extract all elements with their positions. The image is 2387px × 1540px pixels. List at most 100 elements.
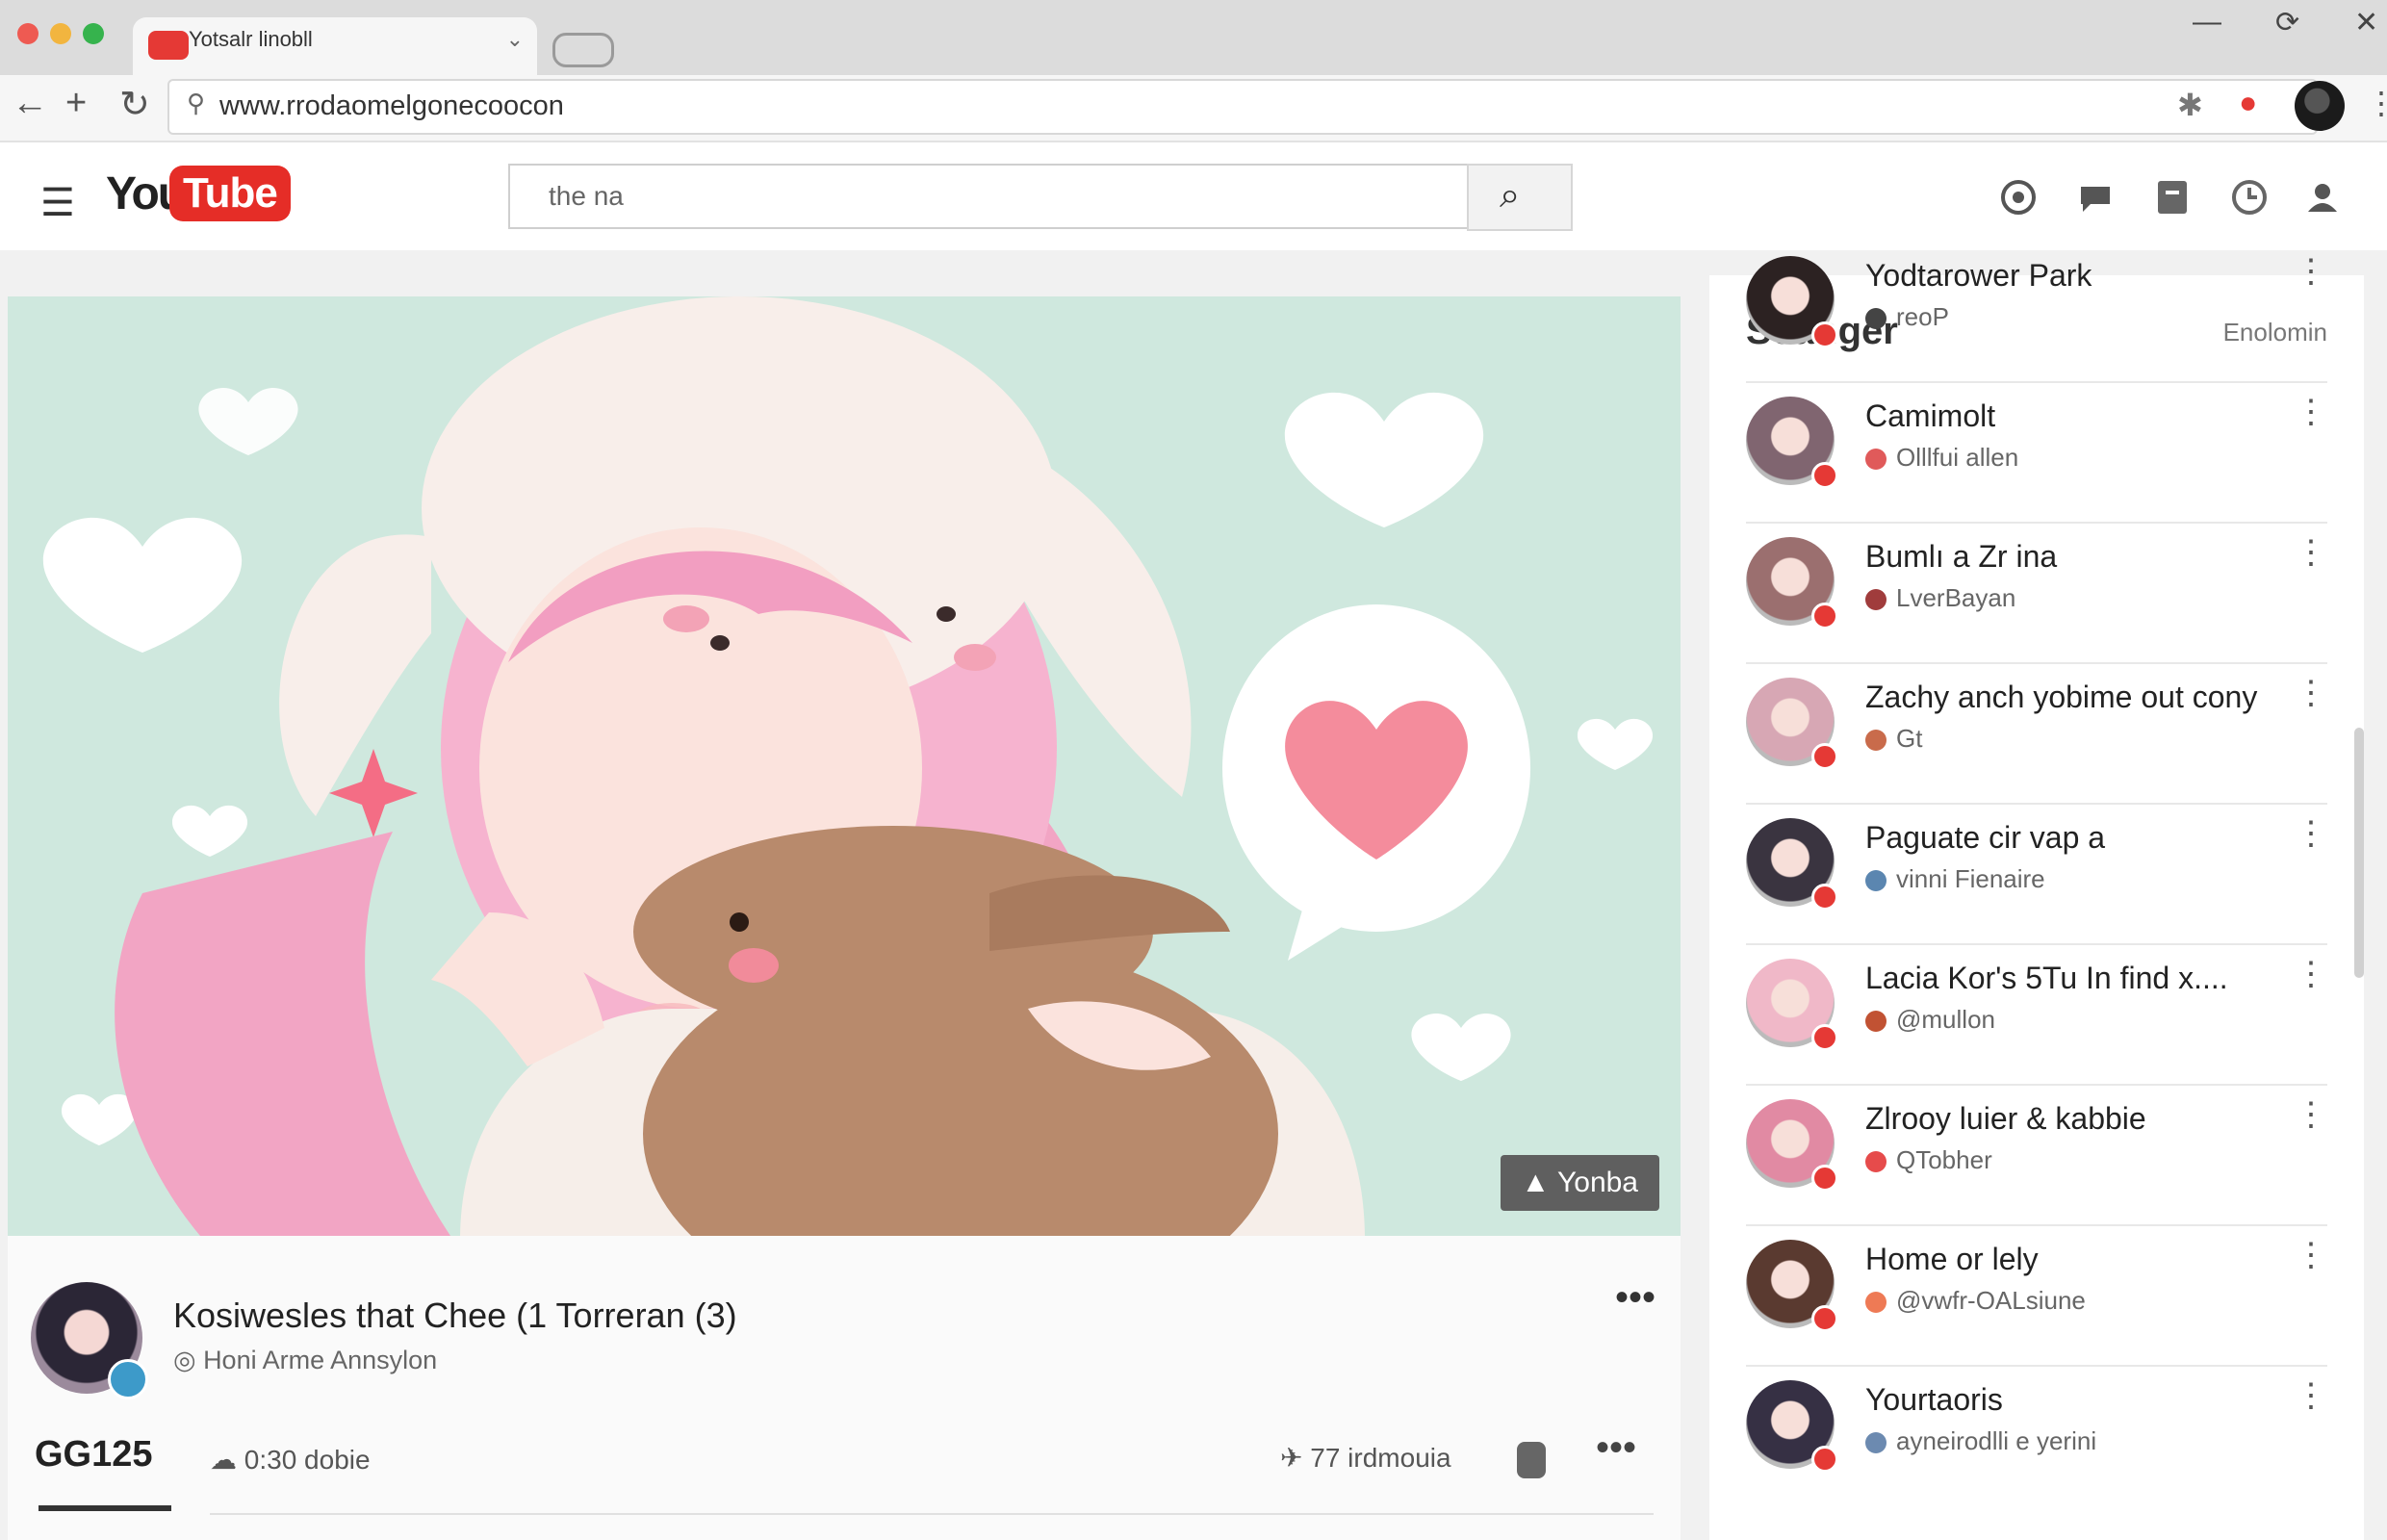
channel-dot-icon <box>1865 449 1886 470</box>
list-item[interactable]: Paguate cir vap a vinni Fienaire ⋮ <box>1746 805 2327 945</box>
view-stats: ☁ 0:30 dobie <box>210 1444 371 1476</box>
account-icon[interactable] <box>2302 177 2343 218</box>
video-overlay-button[interactable]: ▲ Yonba <box>1500 1155 1659 1211</box>
item-title[interactable]: Camimolt <box>1865 398 1995 434</box>
camera-icon[interactable] <box>1998 177 2039 218</box>
item-menu-icon[interactable]: ⋮ <box>2295 533 2327 572</box>
clock-icon[interactable] <box>2229 177 2270 218</box>
dislike-icon: ✈ <box>1280 1443 1311 1473</box>
chevron-down-icon[interactable]: ⌄ <box>506 27 524 52</box>
add-icon[interactable]: + <box>65 83 87 124</box>
back-icon[interactable]: ← <box>12 83 48 124</box>
rating-info[interactable]: ✈ 77 irdmouia <box>1280 1442 1451 1474</box>
item-channel: QTobher <box>1896 1145 1992 1174</box>
video-overlay-label: Yonba <box>1557 1167 1638 1198</box>
url-text[interactable]: www.rrodaomelgonecoocon <box>219 90 564 122</box>
tab-title: Yotsalr linobll <box>189 27 313 51</box>
live-indicator-icon <box>1811 1305 1838 1332</box>
browser-toolbar: ← + ↻ ⚲ www.rrodaomelgonecoocon ✱ ● ⋮ <box>0 75 2387 142</box>
video-player[interactable]: ▲ Yonba <box>8 296 1681 1236</box>
item-menu-icon[interactable]: ⋮ <box>2295 955 2327 993</box>
reload-icon[interactable]: ↻ <box>119 83 150 126</box>
item-channel: LverBayan <box>1896 583 2016 612</box>
site-info-icon[interactable]: ⚲ <box>187 89 205 118</box>
browser-menu-icon[interactable]: ⋮ <box>2366 85 2387 121</box>
extension-red-icon[interactable]: ● <box>2239 85 2257 120</box>
item-title[interactable]: Bumlı a Zr ina <box>1865 539 2057 575</box>
channel-name-text[interactable]: Honi Arme Annsylon <box>203 1346 437 1374</box>
close-icon[interactable]: ✕ <box>2354 6 2378 39</box>
list-item[interactable]: Zlrooy luier & kabbie QTobher ⋮ <box>1746 1086 2327 1226</box>
like-count[interactable]: GG125 <box>35 1434 153 1476</box>
channel-dot-icon <box>1865 1292 1886 1313</box>
item-title[interactable]: Zlrooy luier & kabbie <box>1865 1101 2146 1137</box>
search-input[interactable]: the na <box>508 164 1469 229</box>
item-menu-icon[interactable]: ⋮ <box>2295 393 2327 431</box>
live-indicator-icon <box>1811 884 1838 911</box>
channel-dot-icon <box>1865 1011 1886 1032</box>
browser-tab[interactable]: Yotsalr linobll ⌄ <box>133 17 537 75</box>
search-value[interactable]: the na <box>549 181 624 212</box>
live-indicator-icon <box>1811 1165 1838 1192</box>
more-options-icon[interactable]: ••• <box>1615 1276 1656 1320</box>
view-stats-text: 0:30 dobie <box>244 1445 371 1475</box>
item-title[interactable]: Lacia Kor's 5Tu In find x.... <box>1865 961 2228 996</box>
youtube-header: ☰ You Tube the na ⌕ <box>0 142 2387 250</box>
list-item[interactable]: Zachy anch yobime out cony Gt ⋮ <box>1746 664 2327 805</box>
browser-tab-strip: Yotsalr linobll ⌄ — ⟳ ✕ <box>0 0 2387 75</box>
minimize-window-icon[interactable] <box>50 23 71 44</box>
item-channel: reoP <box>1896 302 1949 331</box>
channel-name[interactable]: ◎ Honi Arme Annsylon <box>173 1346 437 1375</box>
maximize-window-icon[interactable] <box>83 23 104 44</box>
video-thumbnail-illustration <box>8 296 1681 1236</box>
item-menu-icon[interactable]: ⋮ <box>2295 1095 2327 1134</box>
minimize-icon[interactable]: — <box>2193 6 2221 38</box>
youtube-favicon-icon <box>148 31 189 60</box>
channel-dot-icon <box>1865 870 1886 891</box>
item-channel: @mullon <box>1896 1005 1995 1034</box>
item-menu-icon[interactable]: ⋮ <box>2295 1376 2327 1415</box>
save-icon[interactable] <box>1517 1442 1546 1478</box>
item-title[interactable]: Home or lely <box>1865 1242 2039 1277</box>
item-menu-icon[interactable]: ⋮ <box>2295 1236 2327 1274</box>
item-title[interactable]: Paguate cir vap a <box>1865 820 2105 856</box>
item-menu-icon[interactable]: ⋮ <box>2295 674 2327 712</box>
extension-puzzle-icon[interactable]: ✱ <box>2177 87 2203 123</box>
list-item[interactable]: Lacia Kor's 5Tu In find x.... @mullon ⋮ <box>1746 945 2327 1086</box>
live-indicator-icon <box>1811 1024 1838 1051</box>
live-indicator-icon <box>1811 1446 1838 1473</box>
menu-icon[interactable]: ☰ <box>40 181 75 225</box>
chat-icon[interactable] <box>2075 177 2116 218</box>
list-item[interactable]: Yodtarower Park reoP ⋮ <box>1746 243 2327 383</box>
scrollbar[interactable] <box>2354 728 2364 978</box>
item-channel: Gt <box>1896 724 1923 753</box>
channel-dot-icon <box>1865 730 1886 751</box>
verified-badge-icon <box>108 1359 148 1399</box>
divider <box>210 1513 1654 1515</box>
item-menu-icon[interactable]: ⋮ <box>2295 252 2327 291</box>
new-tab-button[interactable] <box>552 33 614 67</box>
channel-icon: ◎ <box>173 1346 204 1374</box>
channel-dot-icon <box>1865 1151 1886 1172</box>
list-item[interactable]: Bumlı a Zr ina LverBayan ⋮ <box>1746 524 2327 664</box>
list-item[interactable]: Camimolt Olllfui allen ⋮ <box>1746 383 2327 524</box>
logo-tube[interactable]: Tube <box>169 166 291 221</box>
profile-avatar[interactable] <box>2295 81 2345 131</box>
video-info-panel: Kosiwesles that Chee (1 Torreran (3) ◎ H… <box>8 1236 1681 1540</box>
item-title[interactable]: Yodtarower Park <box>1865 258 2092 294</box>
more-actions-icon[interactable]: ••• <box>1596 1426 1636 1470</box>
item-menu-icon[interactable]: ⋮ <box>2295 814 2327 853</box>
search-button[interactable]: ⌕ <box>1467 164 1573 231</box>
active-tab-indicator <box>38 1505 171 1511</box>
item-title[interactable]: Zachy anch yobime out cony <box>1865 680 2257 715</box>
item-title[interactable]: Yourtaoris <box>1865 1382 2003 1418</box>
item-channel: Olllfui allen <box>1896 443 2019 472</box>
list-item[interactable]: Yourtaoris ayneirodlli e yerini ⋮ <box>1746 1367 2327 1507</box>
close-window-icon[interactable] <box>17 23 38 44</box>
notification-icon[interactable] <box>2152 177 2193 218</box>
address-bar[interactable]: ⚲ www.rrodaomelgonecoocon ✱ ● <box>167 79 2318 135</box>
live-indicator-icon <box>1811 743 1838 770</box>
restore-icon[interactable]: ⟳ <box>2275 6 2299 39</box>
list-item[interactable]: Home or lely @vwfr-OALsiune ⋮ <box>1746 1226 2327 1367</box>
search-icon: ⌕ <box>1500 175 1521 216</box>
